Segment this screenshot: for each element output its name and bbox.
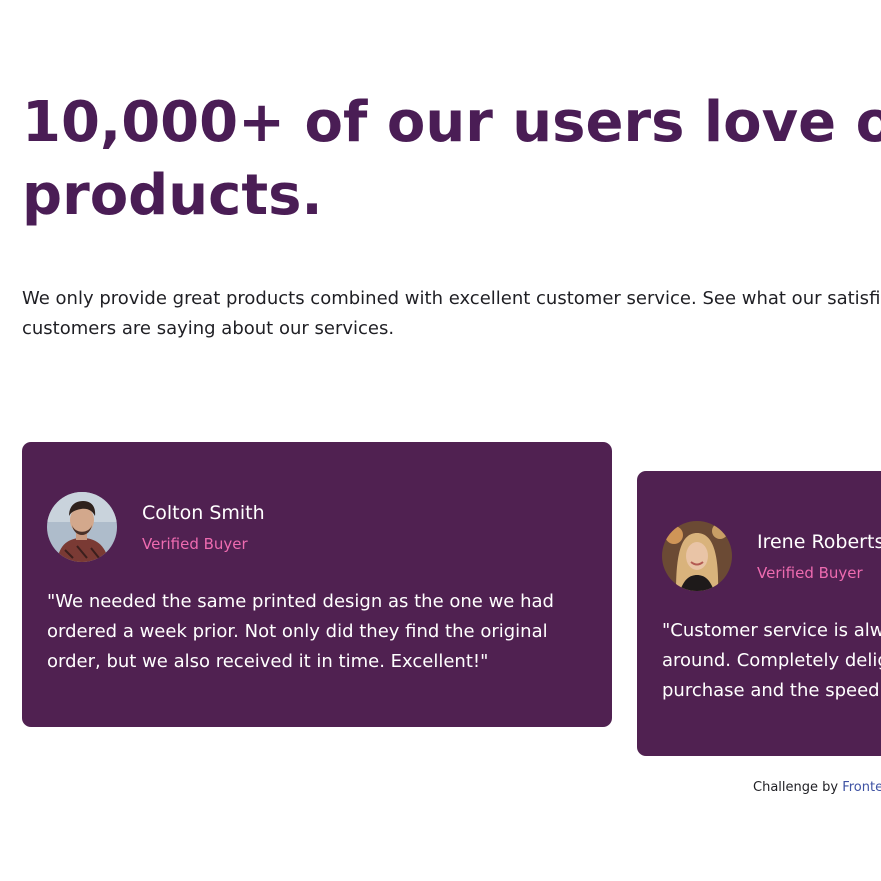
verified-buyer-label: Verified Buyer [142,535,248,553]
frontend-mentor-link[interactable]: Fronten [842,780,881,795]
quote-line: order, but we also received it in time. … [47,651,489,672]
intro-line-2: customers are saying about our services. [22,318,395,339]
quote-line: ordered a week prior. Not only did they … [47,621,548,642]
avatar-image [662,521,732,591]
quote-line: "Customer service is alwa [662,620,881,641]
page-title-line-2: products. [22,163,323,228]
intro-text: We only provide great products combined … [22,284,881,344]
attribution-prefix: Challenge by [753,780,843,795]
intro-line-1: We only provide great products combined … [22,288,881,309]
testimonial-quote: "Customer service is alwa around. Comple… [662,616,881,706]
page-title-line-1: 10,000+ of our users love our [22,90,881,155]
reviewer-name: Colton Smith [142,502,265,524]
testimonial-card: Irene Roberts Verified Buyer "Customer s… [637,471,881,756]
avatar-image [47,492,117,562]
avatar-colton-smith [47,492,117,562]
avatar-irene-roberts [662,521,732,591]
verified-buyer-label: Verified Buyer [757,564,863,582]
testimonial-quote: "We needed the same printed design as th… [47,587,554,677]
page-title: 10,000+ of our users love our products. [22,86,881,232]
quote-line: around. Completely delig [662,650,881,671]
reviewer-name: Irene Roberts [757,531,881,553]
quote-line: "We needed the same printed design as th… [47,591,554,612]
page: 10,000+ of our users love our products. … [0,0,881,881]
attribution: Challenge by Fronten [753,779,881,797]
quote-line: purchase and the speed o [662,680,881,701]
testimonial-card: Colton Smith Verified Buyer "We needed t… [22,442,612,727]
